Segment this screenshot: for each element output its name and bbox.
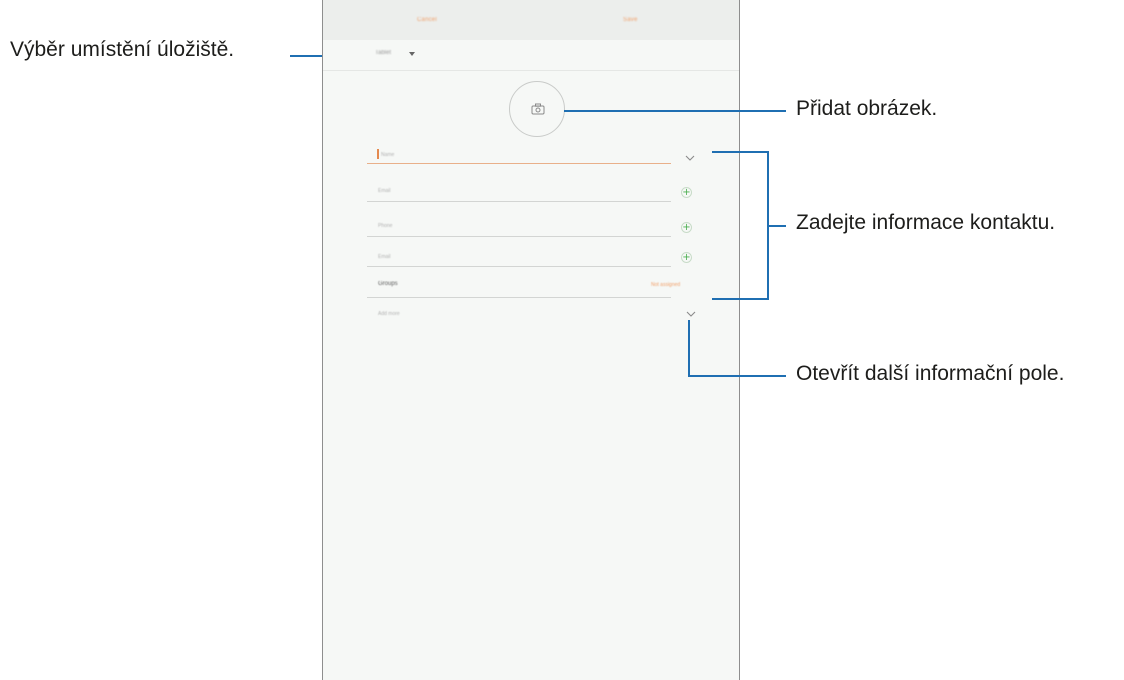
email-field-2-underline	[367, 266, 671, 267]
bracket-bottom	[712, 298, 769, 300]
text-cursor	[377, 149, 379, 159]
callout-picture-line	[564, 110, 786, 112]
phone-field-underline	[367, 236, 671, 237]
email-field-1-underline	[367, 201, 671, 202]
groups-label[interactable]: Groups	[378, 281, 398, 287]
callout-more: Otevřít další informační pole.	[796, 362, 1065, 385]
more-fields-label[interactable]: Add more	[378, 311, 400, 317]
storage-selector[interactable]: Tablet	[375, 50, 391, 56]
add-picture-button[interactable]	[509, 81, 565, 137]
plus-icon[interactable]: +	[681, 187, 692, 198]
phone-field[interactable]: Phone	[378, 223, 392, 229]
email-field-2[interactable]: Email	[378, 254, 391, 260]
chevron-down-icon[interactable]	[685, 155, 695, 161]
plus-icon[interactable]: +	[681, 252, 692, 263]
callout-more-line	[688, 375, 786, 377]
email-field-1[interactable]: Email	[378, 188, 391, 194]
bracket-top	[712, 151, 769, 153]
caret-down-icon[interactable]	[409, 52, 415, 56]
divider	[323, 70, 739, 71]
camera-icon	[531, 103, 545, 115]
name-field[interactable]: Name	[381, 152, 394, 158]
chevron-down-icon[interactable]	[686, 311, 696, 317]
callout-storage: Výběr umístění úložiště.	[10, 38, 235, 61]
groups-underline	[367, 297, 671, 298]
top-bar: Cancel Save	[323, 0, 739, 40]
cancel-button[interactable]: Cancel	[417, 17, 437, 23]
groups-value[interactable]: Not assigned	[651, 282, 680, 288]
callout-picture: Přidat obrázek.	[796, 97, 938, 120]
callout-info: Zadejte informace kontaktu.	[796, 211, 1056, 234]
save-button[interactable]: Save	[623, 17, 637, 23]
tablet-screen: Cancel Save Tablet Name Email + Phone + …	[322, 0, 740, 680]
bracket-pointer	[767, 225, 786, 227]
plus-icon[interactable]: +	[681, 222, 692, 233]
callout-more-vertical	[688, 320, 690, 377]
name-field-underline	[367, 163, 671, 164]
